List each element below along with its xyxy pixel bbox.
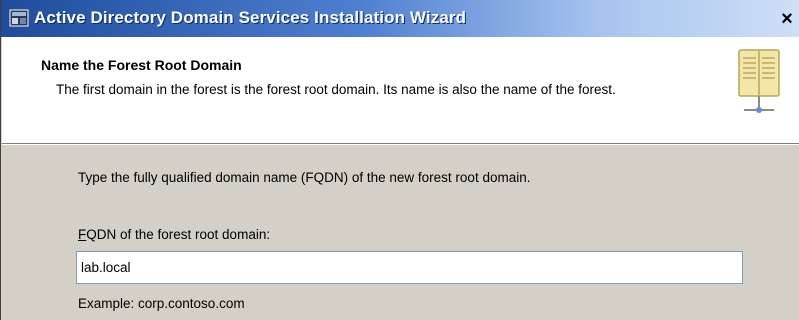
instruction-text: Type the fully qualified domain name (FQ… <box>78 170 531 185</box>
title-bar[interactable]: Active Directory Domain Services Install… <box>1 0 799 37</box>
book-icon <box>738 49 780 113</box>
fqdn-label-text: QDN of the forest root domain: <box>86 227 271 242</box>
header-divider <box>2 144 799 145</box>
page-description: The first domain in the forest is the fo… <box>56 82 616 97</box>
page-title: Name the Forest Root Domain <box>41 57 242 73</box>
fqdn-label: FQDN of the forest root domain: <box>78 227 270 242</box>
example-text: Example: corp.contoso.com <box>78 296 245 311</box>
close-button[interactable]: × <box>775 7 799 31</box>
fqdn-input[interactable] <box>76 251 743 284</box>
fqdn-label-access-key: F <box>78 227 87 242</box>
server-icon <box>9 9 29 27</box>
wizard-window: Active Directory Domain Services Install… <box>0 0 799 320</box>
wizard-header: Name the Forest Root Domain The first do… <box>2 37 799 144</box>
window-title: Active Directory Domain Services Install… <box>34 8 467 27</box>
